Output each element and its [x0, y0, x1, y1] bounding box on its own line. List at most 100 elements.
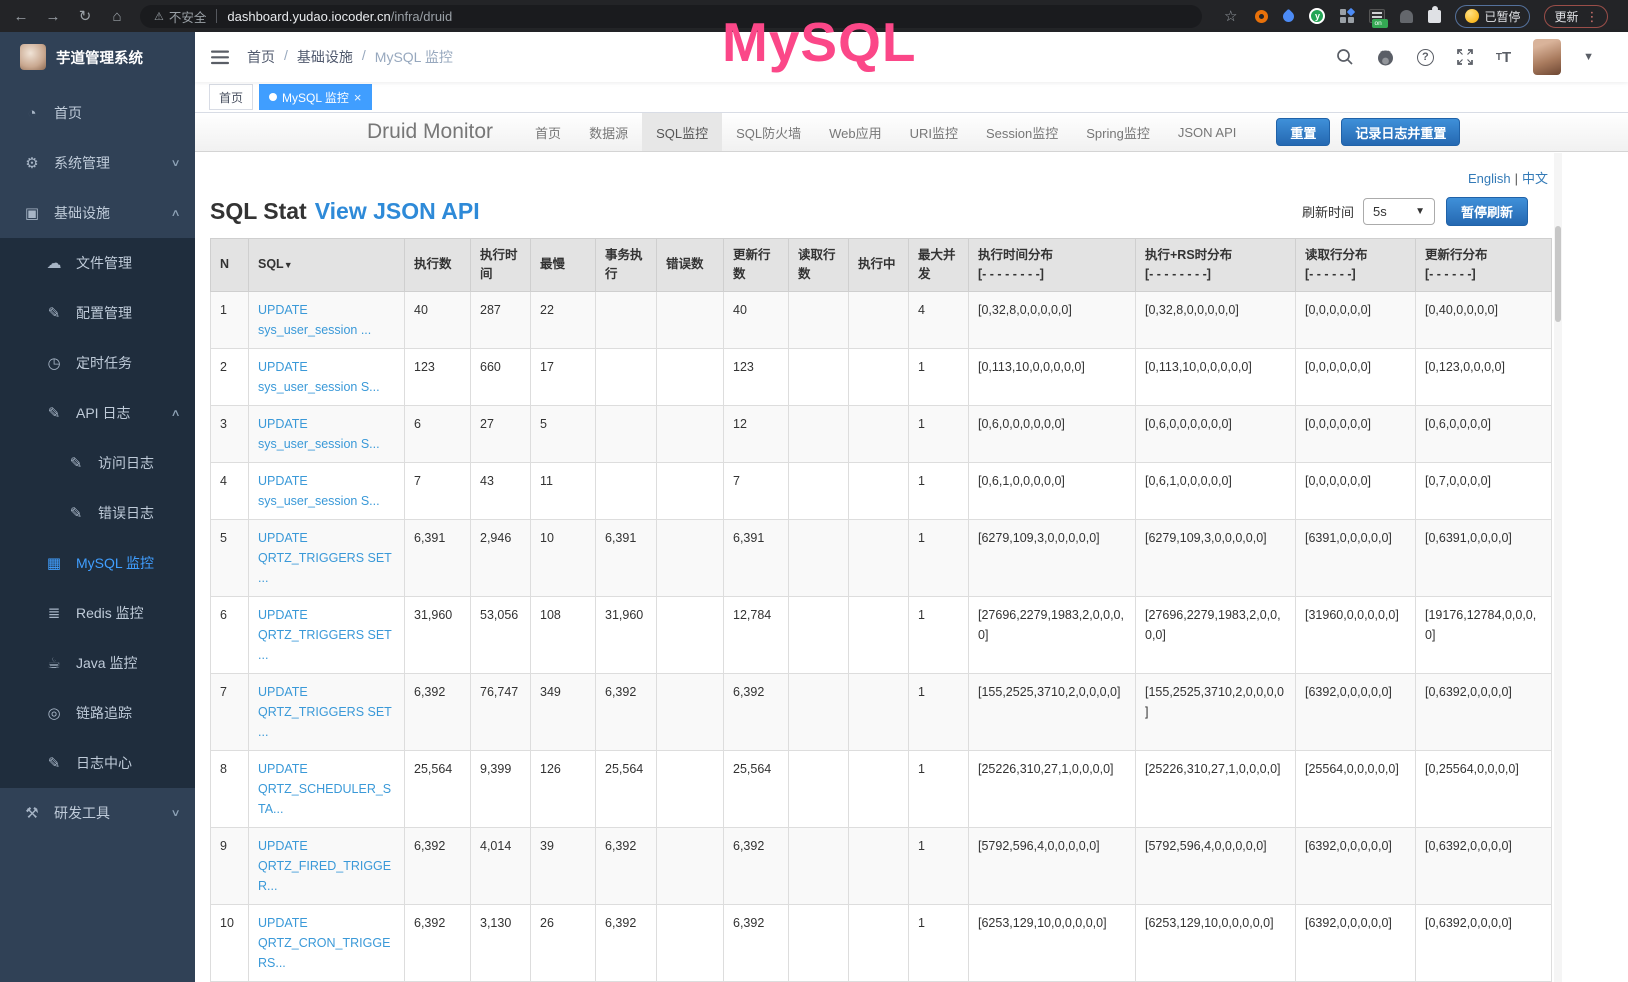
- druid-nav-item[interactable]: 首页: [521, 113, 575, 151]
- column-header-label: 事务执行: [605, 248, 643, 281]
- sidebar-item-trace[interactable]: ◎链路追踪: [0, 688, 195, 738]
- druid-nav-item[interactable]: Session监控: [972, 113, 1072, 151]
- sidebar-item-java-monitor[interactable]: ☕Java 监控: [0, 638, 195, 688]
- help-icon[interactable]: ?: [1417, 49, 1434, 66]
- sql-link[interactable]: UPDATE QRTZ_TRIGGERS SET ...: [258, 685, 392, 739]
- column-header-label: 读取行数: [798, 248, 836, 281]
- lang-chinese-link[interactable]: 中文: [1522, 171, 1548, 186]
- sql-link[interactable]: UPDATE sys_user_session S...: [258, 474, 380, 508]
- refresh-interval-select[interactable]: 5s ▼: [1363, 198, 1435, 225]
- sql-link[interactable]: UPDATE QRTZ_TRIGGERS SET ...: [258, 608, 392, 662]
- app-logo[interactable]: 芋道管理系统: [0, 32, 195, 82]
- extensions-puzzle-icon[interactable]: [1428, 10, 1441, 23]
- cell: [849, 405, 909, 462]
- language-switch: English|中文: [195, 152, 1628, 187]
- cell: [657, 462, 724, 519]
- druid-nav-item[interactable]: Web应用: [815, 113, 896, 151]
- tag-active[interactable]: MySQL 监控 ×: [259, 84, 372, 110]
- druid-nav-item[interactable]: URI监控: [896, 113, 972, 151]
- sql-link[interactable]: UPDATE QRTZ_FIRED_TRIGGER...: [258, 839, 391, 893]
- cell: [6392,0,0,0,0,0]: [1296, 827, 1416, 904]
- extension-donut-icon[interactable]: [1255, 10, 1268, 23]
- column-header[interactable]: 最大并发: [909, 239, 969, 292]
- log-and-reset-button[interactable]: 记录日志并重置: [1341, 118, 1460, 146]
- sql-link[interactable]: UPDATE sys_user_session S...: [258, 417, 380, 451]
- extension-gem-icon[interactable]: [1281, 8, 1297, 24]
- column-header[interactable]: 更新行分布[- - - - - -]: [1416, 239, 1552, 292]
- breadcrumb-item[interactable]: 基础设施: [297, 47, 353, 67]
- github-icon[interactable]: [1376, 48, 1395, 67]
- fullscreen-icon[interactable]: [1456, 48, 1474, 66]
- sidebar-item-dashboard[interactable]: ◔首页: [0, 88, 195, 138]
- sidebar-item-api-log[interactable]: ✎API 日志∧: [0, 388, 195, 438]
- druid-nav-item[interactable]: SQL防火墙: [722, 113, 815, 151]
- sidebar-item-error-log[interactable]: ✎错误日志: [0, 488, 195, 538]
- user-avatar[interactable]: [1533, 39, 1561, 75]
- column-header[interactable]: SQL▼: [249, 239, 405, 292]
- sidebar-item-dev-tools[interactable]: ⚒研发工具∨: [0, 788, 195, 838]
- druid-nav-item[interactable]: SQL监控: [642, 113, 722, 151]
- extension-grid-icon[interactable]: [1340, 9, 1354, 23]
- font-size-icon[interactable]: TT: [1496, 49, 1511, 66]
- forward-icon[interactable]: →: [42, 8, 64, 25]
- close-icon[interactable]: ×: [354, 91, 362, 104]
- update-badge[interactable]: 更新 ⋮: [1544, 5, 1608, 28]
- sql-link[interactable]: UPDATE sys_user_session S...: [258, 360, 380, 394]
- home-icon[interactable]: ⌂: [106, 8, 128, 25]
- breadcrumb-item[interactable]: 首页: [247, 47, 275, 67]
- breadcrumb: 首页/基础设施/MySQL 监控: [247, 47, 453, 67]
- sidebar-item-mysql-monitor[interactable]: ▦MySQL 监控: [0, 538, 195, 588]
- reload-icon[interactable]: ↻: [74, 7, 96, 25]
- bookmark-star-icon[interactable]: ☆: [1224, 7, 1237, 25]
- column-header[interactable]: 更新行数: [724, 239, 789, 292]
- sidebar-item-gear[interactable]: ⚙系统管理∨: [0, 138, 195, 188]
- druid-nav-item[interactable]: 数据源: [575, 113, 642, 151]
- search-icon[interactable]: [1336, 48, 1354, 66]
- back-icon[interactable]: ←: [10, 8, 32, 25]
- scrollbar[interactable]: [1554, 153, 1562, 982]
- druid-nav-item[interactable]: JSON API: [1164, 113, 1251, 151]
- sidebar-item-infrastructure[interactable]: ▣基础设施∧: [0, 188, 195, 238]
- extension-list-icon[interactable]: on: [1369, 9, 1385, 23]
- column-header[interactable]: 最慢: [531, 239, 596, 292]
- sql-link[interactable]: UPDATE QRTZ_TRIGGERS SET ...: [258, 531, 392, 585]
- chevron-down-icon[interactable]: ▼: [1583, 51, 1594, 63]
- sidebar-item-log-center[interactable]: ✎日志中心: [0, 738, 195, 788]
- pause-refresh-button[interactable]: 暂停刷新: [1446, 197, 1528, 226]
- sidebar-item-cloud-upload[interactable]: ☁文件管理: [0, 238, 195, 288]
- druid-brand[interactable]: Druid Monitor: [367, 113, 493, 151]
- column-header[interactable]: 执行数: [405, 239, 471, 292]
- kebab-menu-icon[interactable]: ⋮: [1585, 10, 1598, 23]
- lang-english-link[interactable]: English: [1468, 171, 1511, 186]
- scrollbar-thumb[interactable]: [1555, 226, 1561, 322]
- column-header[interactable]: 执行+RS时分布[- - - - - - - -]: [1136, 239, 1296, 292]
- column-header[interactable]: 执行中: [849, 239, 909, 292]
- druid-nav-item[interactable]: Spring监控: [1072, 113, 1164, 151]
- column-header[interactable]: 读取行数: [789, 239, 849, 292]
- cell: [657, 750, 724, 827]
- address-bar[interactable]: ⚠ 不安全 dashboard.yudao.iocoder.cn/infra/d…: [140, 5, 1202, 28]
- sql-link[interactable]: UPDATE QRTZ_CRON_TRIGGERS...: [258, 916, 390, 970]
- column-header[interactable]: 事务执行: [596, 239, 657, 292]
- column-header[interactable]: N: [211, 239, 249, 292]
- column-header[interactable]: 执行时间分布[- - - - - - - -]: [969, 239, 1136, 292]
- reset-button[interactable]: 重置: [1276, 118, 1330, 146]
- sidebar-item-access-log[interactable]: ✎访问日志: [0, 438, 195, 488]
- sidebar-item-timer[interactable]: ◷定时任务: [0, 338, 195, 388]
- sidebar-item-redis-monitor[interactable]: ≣Redis 监控: [0, 588, 195, 638]
- paused-badge[interactable]: 已暂停: [1455, 5, 1530, 28]
- sql-link[interactable]: UPDATE QRTZ_SCHEDULER_STA...: [258, 762, 391, 816]
- sql-link[interactable]: UPDATE sys_user_session ...: [258, 303, 371, 337]
- tag-label: MySQL 监控: [282, 89, 349, 106]
- tag-item[interactable]: 首页: [209, 84, 253, 110]
- column-header[interactable]: 读取行分布[- - - - - -]: [1296, 239, 1416, 292]
- hamburger-menu-icon[interactable]: [211, 50, 229, 65]
- cell: 4,014: [471, 827, 531, 904]
- column-header[interactable]: 错误数: [657, 239, 724, 292]
- extension-ghost-icon[interactable]: [1400, 10, 1413, 23]
- column-header[interactable]: 执行时间: [471, 239, 531, 292]
- extension-green-icon[interactable]: y: [1309, 8, 1325, 24]
- cell: 6: [405, 405, 471, 462]
- view-json-api-link[interactable]: View JSON API: [315, 198, 480, 225]
- sidebar-item-edit[interactable]: ✎配置管理: [0, 288, 195, 338]
